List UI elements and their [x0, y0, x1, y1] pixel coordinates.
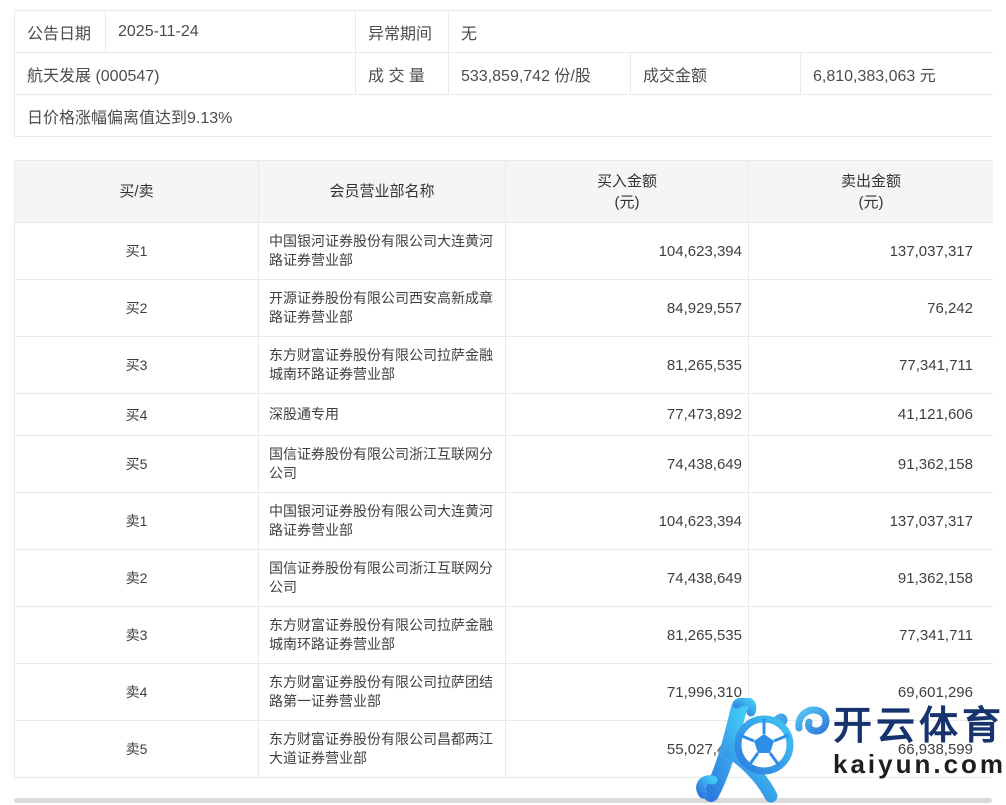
row-buy-amount: 81,265,535 [506, 606, 749, 663]
col-header-buy: 买入金额 (元) [506, 161, 749, 222]
row-buy-amount: 84,929,557 [506, 279, 749, 336]
row-side: 卖5 [15, 720, 259, 777]
row-buy-amount: 77,473,892 [506, 393, 749, 435]
row-sell-amount: 91,362,158 [749, 549, 993, 606]
row-broker-name: 中国银河证券股份有限公司大连黄河路证券营业部 [259, 222, 506, 279]
row-broker-name: 东方财富证券股份有限公司拉萨团结路第一证券营业部 [259, 663, 506, 720]
kaiyun-brand-url: kaiyun.com [833, 748, 1006, 780]
row-buy-amount: 81,265,535 [506, 336, 749, 393]
page: 公告日期 2025-11-24 异常期间 无 航天发展 (000547) 成 交… [0, 0, 1006, 805]
row-side: 买4 [15, 393, 259, 435]
row-side: 买5 [15, 435, 259, 492]
stock-name: 航天发展 (000547) [15, 53, 356, 95]
row-broker-name: 开源证券股份有限公司西安高新成章路证券营业部 [259, 279, 506, 336]
kaiyun-text-block: 开云体育 kaiyun.com [833, 698, 1006, 780]
row-sell-amount: 77,341,711 [749, 606, 993, 663]
row-broker-name: 东方财富证券股份有限公司昌都两江大道证券营业部 [259, 720, 506, 777]
col-header-side: 买/卖 [15, 161, 259, 222]
summary-info-table: 公告日期 2025-11-24 异常期间 无 航天发展 (000547) 成 交… [14, 10, 992, 137]
volume-label: 成 交 量 [356, 53, 449, 95]
col-header-sell-line1: 卖出金额 [841, 171, 901, 192]
announce-date-label: 公告日期 [15, 11, 106, 53]
col-header-buy-line2: (元) [615, 192, 640, 213]
announce-date-value: 2025-11-24 [106, 11, 356, 53]
abnormal-period-value: 无 [449, 11, 993, 53]
row-side: 买1 [15, 222, 259, 279]
row-broker-name: 中国银河证券股份有限公司大连黄河路证券营业部 [259, 492, 506, 549]
kaiyun-logo-icon [693, 698, 835, 804]
row-sell-amount: 91,362,158 [749, 435, 993, 492]
row-sell-amount: 41,121,606 [749, 393, 993, 435]
row-sell-amount: 137,037,317 [749, 492, 993, 549]
row-sell-amount: 77,341,711 [749, 336, 993, 393]
row-side: 买2 [15, 279, 259, 336]
row-buy-amount: 74,438,649 [506, 435, 749, 492]
turnover-value: 6,810,383,063 元 [801, 53, 993, 95]
abnormal-period-label: 异常期间 [356, 11, 449, 53]
kaiyun-brand-cn: 开云体育 [833, 706, 1006, 748]
row-side: 卖3 [15, 606, 259, 663]
row-broker-name: 国信证券股份有限公司浙江互联网分公司 [259, 435, 506, 492]
row-side: 卖2 [15, 549, 259, 606]
turnover-label: 成交金额 [631, 53, 801, 95]
col-header-name: 会员营业部名称 [259, 161, 506, 222]
col-header-sell: 卖出金额 (元) [749, 161, 993, 222]
abnormal-reason: 日价格涨幅偏离值达到9.13% [15, 95, 993, 136]
row-side: 卖4 [15, 663, 259, 720]
row-buy-amount: 104,623,394 [506, 222, 749, 279]
col-header-buy-line1: 买入金额 [597, 171, 657, 192]
row-broker-name: 国信证券股份有限公司浙江互联网分公司 [259, 549, 506, 606]
row-broker-name: 深股通专用 [259, 393, 506, 435]
row-side: 卖1 [15, 492, 259, 549]
row-sell-amount: 137,037,317 [749, 222, 993, 279]
broker-table: 买/卖 会员营业部名称 买入金额 (元) 卖出金额 (元) 买1 中国银河证券股… [14, 160, 992, 778]
row-buy-amount: 74,438,649 [506, 549, 749, 606]
row-sell-amount: 76,242 [749, 279, 993, 336]
volume-value: 533,859,742 份/股 [449, 53, 631, 95]
kaiyun-watermark-link[interactable]: 开云体育 kaiyun.com [693, 698, 1006, 804]
row-broker-name: 东方财富证券股份有限公司拉萨金融城南环路证券营业部 [259, 336, 506, 393]
row-buy-amount: 104,623,394 [506, 492, 749, 549]
col-header-sell-line2: (元) [859, 192, 884, 213]
row-side: 买3 [15, 336, 259, 393]
row-broker-name: 东方财富证券股份有限公司拉萨金融城南环路证券营业部 [259, 606, 506, 663]
